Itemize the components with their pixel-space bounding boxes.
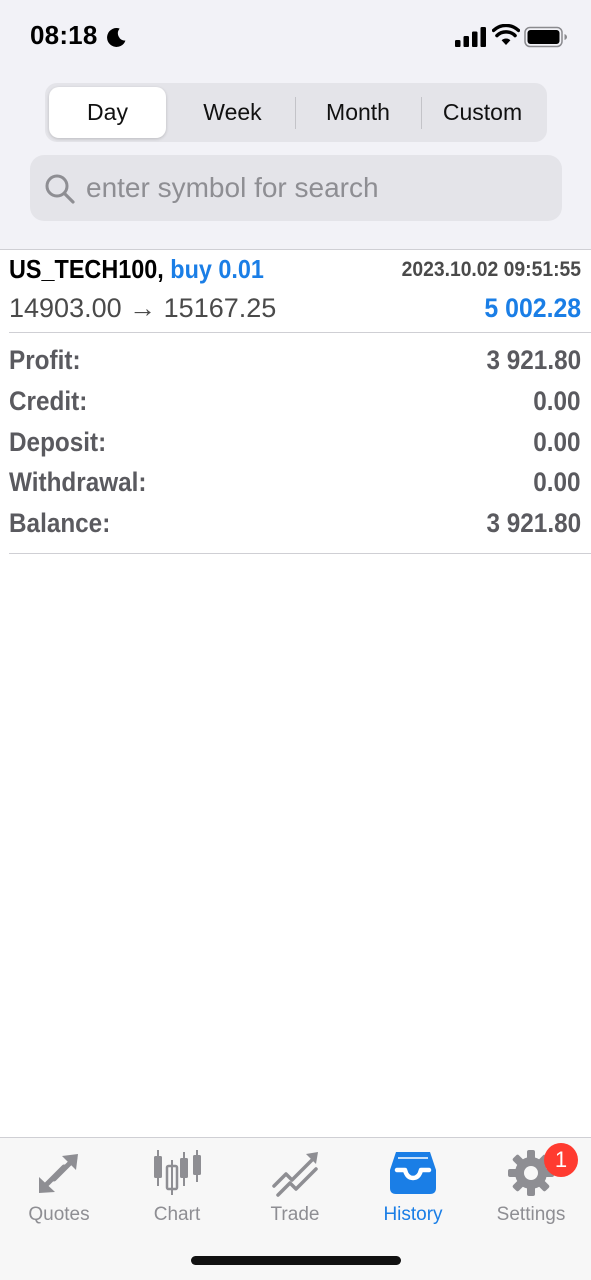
summary-value: 0.00 [533, 427, 581, 457]
tab-label: Quotes [28, 1204, 90, 1225]
summary-value: 0.00 [533, 386, 581, 416]
trade-icon [272, 1152, 318, 1197]
symbol-search-bar[interactable] [30, 155, 562, 221]
chart-icon [154, 1150, 201, 1195]
deal-prices: 14903.00 → 15167.25 [9, 293, 276, 324]
deal-profit: 5 002.28 [484, 293, 581, 323]
settings-notification-badge: 1 [544, 1143, 578, 1177]
quotes-icon [39, 1154, 78, 1193]
moon-icon [107, 28, 126, 47]
summary-label: Deposit: [9, 427, 107, 457]
summary-label: Balance: [9, 508, 111, 538]
summary-row-profit: Profit: 3 921.80 [0, 345, 591, 385]
tab-label: Settings [496, 1204, 566, 1225]
summary-divider [9, 553, 591, 554]
cellular-signal-icon [455, 27, 486, 47]
deal-open-price: 14903.00 [9, 293, 122, 323]
summary-value: 3 921.80 [486, 345, 581, 375]
summary-value: 3 921.80 [486, 508, 581, 538]
tab-label: History [383, 1204, 443, 1225]
deal-arrow: → [129, 293, 157, 323]
home-indicator[interactable] [191, 1256, 401, 1265]
period-tab-day[interactable]: Day [49, 87, 166, 138]
summary-label: Withdrawal: [9, 467, 147, 497]
deal-symbol: US_TECH100, [9, 254, 164, 284]
header-divider [0, 249, 591, 250]
summary-row-balance: Balance: 3 921.80 [0, 508, 591, 548]
history-icon [390, 1152, 436, 1194]
tab-label: Chart [153, 1204, 201, 1225]
tab-history[interactable]: History [354, 1138, 472, 1238]
deal-close-price: 15167.25 [163, 293, 277, 323]
period-segmented-control: Day Week Month Custom [45, 83, 547, 142]
deal-symbol-line[interactable]: US_TECH100, buy 0.01 [9, 254, 264, 285]
summary-row-deposit: Deposit: 0.00 [0, 427, 591, 467]
search-icon [45, 174, 75, 204]
period-tab-custom[interactable]: Custom [422, 87, 543, 138]
summary-row-withdrawal: Withdrawal: 0.00 [0, 467, 591, 507]
period-tab-week[interactable]: Week [170, 87, 295, 138]
status-time: 08:18 [30, 20, 98, 50]
battery-icon [524, 26, 567, 48]
deal-datetime: 2023.10.02 09:51:55 [401, 258, 581, 281]
tab-label: Trade [270, 1204, 320, 1225]
summary-label: Profit: [9, 345, 81, 375]
summary-row-credit: Credit: 0.00 [0, 386, 591, 426]
tab-quotes[interactable]: Quotes [0, 1138, 118, 1238]
deal-type-volume: buy 0.01 [170, 254, 264, 284]
tab-trade[interactable]: Trade [236, 1138, 354, 1238]
summary-value: 0.00 [533, 467, 581, 497]
wifi-icon [492, 24, 520, 45]
period-tab-month[interactable]: Month [296, 87, 420, 138]
tab-chart[interactable]: Chart [118, 1138, 236, 1238]
summary-label: Credit: [9, 386, 88, 416]
deal-divider [9, 332, 591, 333]
search-input[interactable] [86, 155, 546, 221]
